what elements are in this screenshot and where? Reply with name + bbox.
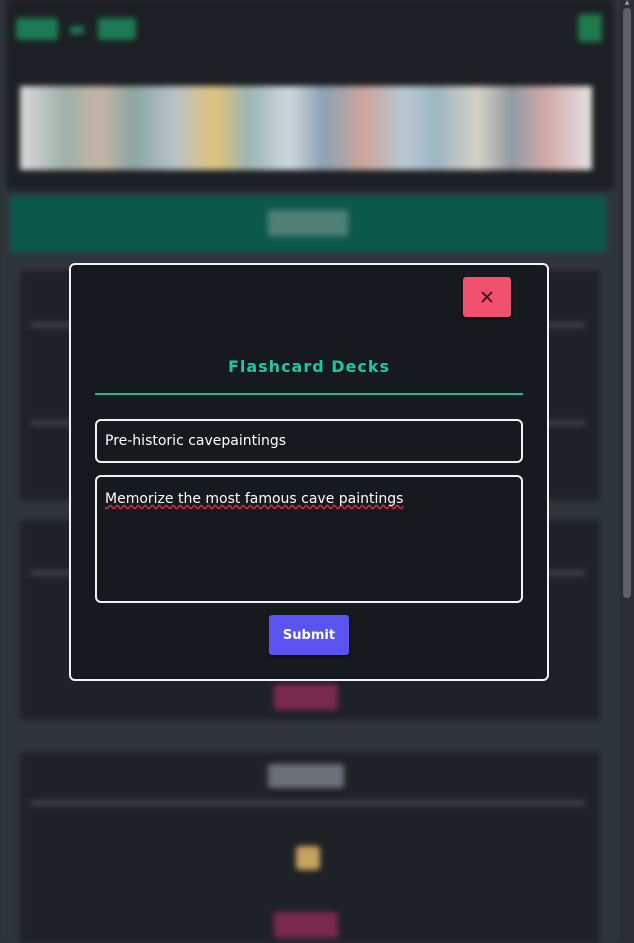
modal-title: Flashcard Decks	[227, 357, 391, 376]
deck-description-text: Memorize the most famous cave paintings	[105, 491, 404, 507]
category-label	[268, 210, 348, 236]
submit-button[interactable]: Submit	[269, 615, 349, 655]
deck-icon	[296, 846, 320, 870]
deck-description-textarea[interactable]: Memorize the most famous cave paintings	[95, 475, 523, 603]
delete-button[interactable]	[274, 912, 338, 938]
deck-card-title	[268, 764, 344, 788]
deck-name-input[interactable]: Pre-historic cavepaintings	[95, 419, 523, 463]
app-logo	[16, 18, 58, 40]
close-icon	[481, 291, 493, 303]
title-divider	[95, 393, 523, 395]
card-divider	[30, 800, 586, 806]
scroll-up-arrow-icon[interactable]: ▲	[623, 0, 631, 6]
create-deck-modal: Flashcard Decks Pre-historic cavepaintin…	[69, 263, 549, 681]
banner-image	[20, 86, 592, 170]
menu-button[interactable]	[578, 14, 602, 42]
app-logo-text	[98, 18, 136, 40]
scrollbar-thumb[interactable]	[623, 8, 631, 598]
delete-button[interactable]	[274, 684, 338, 710]
close-button[interactable]	[463, 277, 511, 317]
app-logo-separator	[70, 26, 84, 34]
